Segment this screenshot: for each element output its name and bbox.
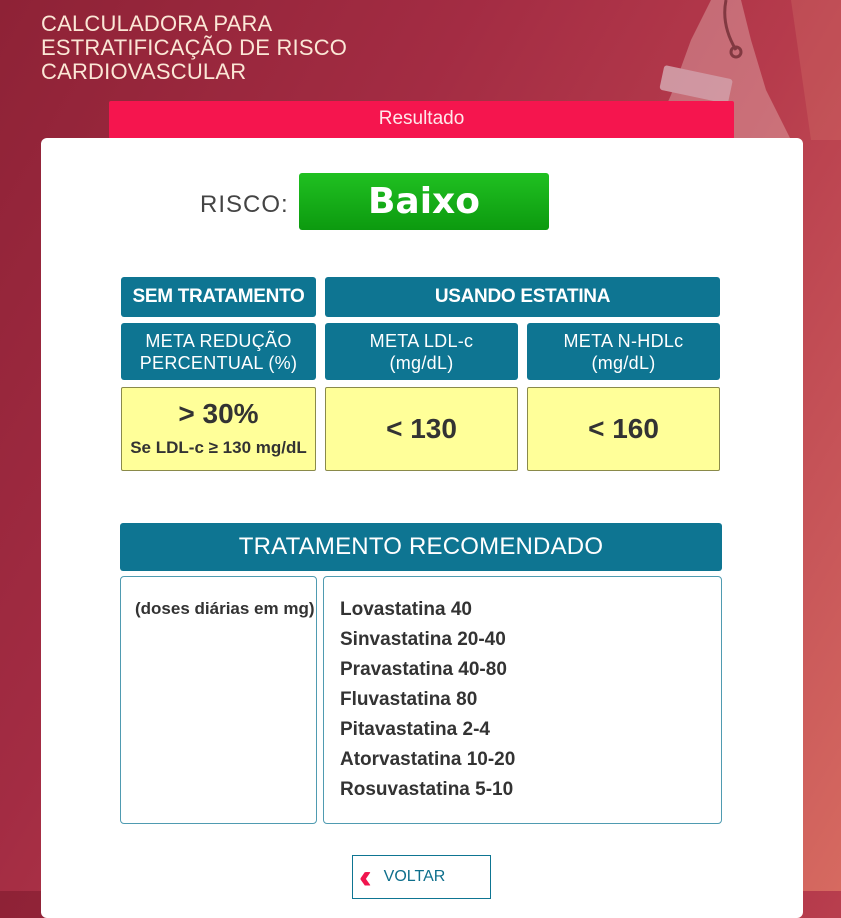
risk-level-badge: Baixo <box>299 173 549 230</box>
list-item: Pravastatina 40-80 <box>340 659 507 680</box>
risk-label: RISCO: <box>200 191 289 218</box>
reducao-value-cell: > 30% Se LDL-c ≥ 130 mg/dL <box>121 387 316 471</box>
list-item: Lovastatina 40 <box>340 599 472 620</box>
list-item: Rosuvastatina 5-10 <box>340 779 514 800</box>
list-item: Sinvastatina 20-40 <box>340 629 506 650</box>
list-item: Fluvastatina 80 <box>340 689 478 710</box>
meta-reducao-line1: META REDUÇÃO <box>145 331 292 351</box>
list-item: Pitavastatina 2-4 <box>340 719 490 740</box>
nhdl-value: < 160 <box>527 387 720 471</box>
treatment-header: TRATAMENTO RECOMENDADO <box>120 523 722 571</box>
meta-reducao-line2: PERCENTUAL (%) <box>139 353 298 373</box>
sem-tratamento-header: SEM TRATAMENTO <box>121 277 316 317</box>
double-chevron-left-icon: ‹‹ <box>359 858 371 896</box>
list-item: Atorvastatina 10-20 <box>340 749 516 770</box>
meta-reducao-header: META REDUÇÃO PERCENTUAL (%) <box>121 323 316 380</box>
result-card: RISCO: Baixo SEM TRATAMENTO USANDO ESTAT… <box>41 138 803 918</box>
voltar-button[interactable]: ‹‹ VOLTAR <box>352 855 491 899</box>
meta-nhdl-line1: META N-HDLc <box>563 331 684 351</box>
usando-estatina-header: USANDO ESTATINA <box>325 277 720 317</box>
voltar-label: VOLTAR <box>383 868 446 885</box>
meta-nhdl-line2: (mg/dL) <box>591 353 656 373</box>
app-title: CALCULADORA PARA ESTRATIFICAÇÃO DE RISCO… <box>41 11 348 84</box>
meta-nhdl-header: META N-HDLc (mg/dL) <box>527 323 720 380</box>
meta-ldl-header: META LDL-c (mg/dL) <box>325 323 518 380</box>
meta-ldl-line1: META LDL-c <box>369 331 474 351</box>
meta-ldl-line2: (mg/dL) <box>389 353 454 373</box>
doses-box: (doses diárias em mg) <box>120 576 317 824</box>
result-tab: Resultado <box>109 101 734 139</box>
reducao-value: > 30% <box>178 398 259 429</box>
doses-label: (doses diárias em mg) <box>135 599 315 618</box>
ldl-value: < 130 <box>325 387 518 471</box>
reducao-note: Se LDL-c ≥ 130 mg/dL <box>130 438 307 457</box>
drug-list: Lovastatina 40 Sinvastatina 20-40 Pravas… <box>340 595 515 805</box>
drug-list-box: Lovastatina 40 Sinvastatina 20-40 Pravas… <box>323 576 722 824</box>
